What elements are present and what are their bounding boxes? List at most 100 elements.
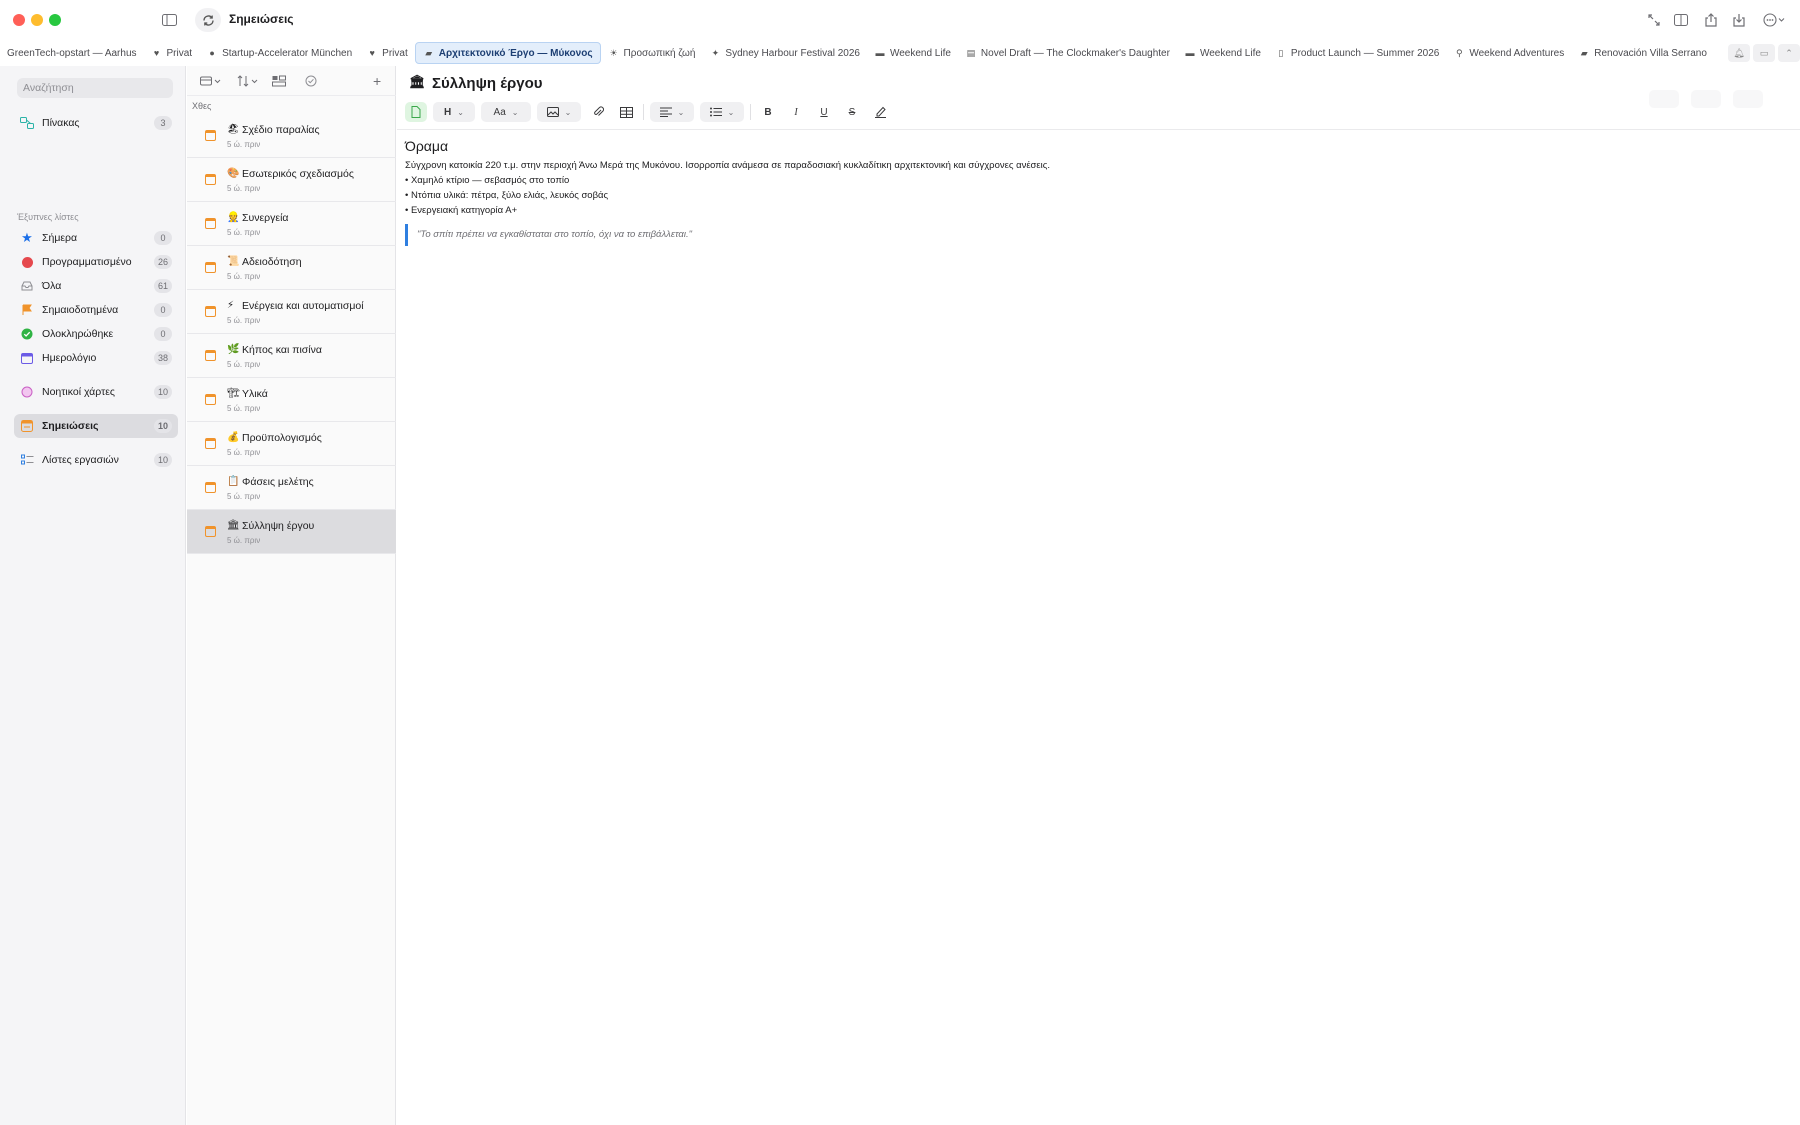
search-input[interactable]: Αναζήτηση [17,78,173,98]
scroll-icon: 📜 [227,256,240,267]
tab-product-launch[interactable]: ▯ Product Launch — Summer 2026 [1268,42,1446,64]
note-calendar-icon [205,174,216,185]
bullet-item: • Ντόπια υλικά: πέτρα, ξύλο ελιάς, λευκό… [405,190,609,201]
document-icon[interactable] [405,102,427,122]
note-title-heading[interactable]: 🏛 Σύλληψη έργου [409,74,543,92]
tab-personal-life[interactable]: ☀ Προσωπική ζωή [601,42,703,64]
note-list-item-selected[interactable]: 🏛 Σύλληψη έργου 5 ώ. πριν [187,510,396,554]
table-icon[interactable] [615,102,637,122]
toolbar-divider [750,104,751,120]
tab-villa-serrano[interactable]: ▰ Renovación Villa Serrano [1571,42,1714,64]
view-mode-icon[interactable] [272,73,286,89]
align-dropdown[interactable]: ⌄ [650,102,694,122]
faint-action-2[interactable] [1691,90,1721,108]
sidebar-item-completed[interactable]: Ολοκληρώθηκε 0 [14,322,178,346]
tab-startup-accelerator[interactable]: ● Startup-Accelerator München [199,42,359,64]
highlighter-icon[interactable] [869,102,891,122]
note-time: 5 ώ. πριν [227,404,261,413]
note-list-item[interactable]: 🏖 Σχέδιο παραλίας 5 ώ. πριν [187,114,396,158]
note-list-item[interactable]: 🌿 Κήπος και πισίνα 5 ώ. πριν [187,334,396,378]
tab-weekend-life[interactable]: ▬ Weekend Life [867,42,958,64]
sidebar-item-flagged[interactable]: Σημαιοδοτημένα 0 [14,298,178,322]
attachment-icon[interactable] [587,102,609,122]
font-dropdown[interactable]: Aa ⌄ [481,102,531,122]
tab-privat[interactable]: ♥ Privat [144,42,200,64]
note-list-item[interactable]: 📋 Φάσεις μελέτης 5 ώ. πριν [187,466,396,510]
more-options-icon[interactable] [1762,11,1788,28]
count-badge: 61 [153,279,172,293]
sofa-icon: ▬ [1185,48,1195,58]
align-icon [659,107,672,117]
completed-filter-icon[interactable] [305,73,317,89]
sort-icon[interactable] [237,73,259,89]
layout-icon[interactable]: ▭ [1753,44,1775,62]
note-list-item[interactable]: 📜 Αδειοδότηση 5 ώ. πριν [187,246,396,290]
download-icon[interactable] [1731,11,1747,28]
heart-icon: ♥ [369,48,375,58]
tab-weekend-life-2[interactable]: ▬ Weekend Life [1177,42,1268,64]
day-header: Χθες [192,101,212,111]
tab-mykonos-project[interactable]: ▰ Αρχιτεκτονικό Έργο — Μύκονος [414,42,601,64]
chevron-up-icon[interactable]: ⌃ [1778,44,1800,62]
sidebar-item-label: Ολοκληρώθηκε [42,328,114,340]
note-calendar-icon [205,394,216,405]
minimize-window-button[interactable] [31,14,43,26]
note-title: Φάσεις μελέτης [242,476,314,488]
classical-building-icon: 🏛 [409,74,426,89]
note-time: 5 ώ. πριν [227,316,261,325]
sidebar-item-today[interactable]: ★ Σήμερα 0 [14,226,178,250]
count-badge: 3 [154,116,172,130]
expand-icon[interactable] [1646,12,1662,28]
sidebar-item-board[interactable]: Πίνακας 3 [14,111,178,135]
note-list-item[interactable]: 🏗 Υλικά 5 ώ. πριν [187,378,396,422]
tab-sydney-festival[interactable]: ✦ Sydney Harbour Festival 2026 [702,42,867,64]
italic-button[interactable]: I [785,102,807,122]
tab-greentech[interactable]: GreenTech-opstart — Aarhus [0,42,144,64]
sync-icon[interactable] [195,8,221,32]
note-time: 5 ώ. πριν [227,228,261,237]
maximize-window-button[interactable] [49,14,61,26]
image-dropdown[interactable]: ⌄ [537,102,581,122]
tab-privat-2[interactable]: ♥ Privat [359,42,415,64]
notes-icon [20,419,34,433]
note-body[interactable]: Όραμα Σύγχρονη κατοικία 220 τ.μ. στην πε… [405,138,1785,246]
share-icon[interactable] [1703,11,1719,28]
add-note-icon[interactable]: + [373,73,381,89]
tab-novel-draft[interactable]: ▤ Novel Draft — The Clockmaker's Daughter [958,42,1177,64]
sidebar-item-calendar[interactable]: Ημερολόγιο 38 [14,346,178,370]
count-badge: 0 [154,303,172,317]
underline-button[interactable]: U [813,102,835,122]
car-icon: ▰ [1580,47,1588,58]
bell-icon[interactable]: 🔔︎ [1728,44,1750,62]
note-list-item[interactable]: 🎨 Εσωτερικός σχεδιασμός 5 ώ. πριν [187,158,396,202]
sidebar-item-all[interactable]: Όλα 61 [14,274,178,298]
note-list-item[interactable]: ⚡ Ενέργεια και αυτοματισμοί 5 ώ. πριν [187,290,396,334]
bold-button[interactable]: B [757,102,779,122]
note-title: Αδειοδότηση [242,256,302,268]
sidebar-item-tasklists[interactable]: Λίστες εργασιών 10 [14,448,178,472]
archive-filter-icon[interactable] [200,73,222,89]
note-time: 5 ώ. πριν [227,184,261,193]
sidebar-item-scheduled[interactable]: Προγραμματισμένο 26 [14,250,178,274]
sidebar-item-mindmaps[interactable]: Νοητικοί χάρτες 10 [14,380,178,404]
flag-icon [20,303,34,317]
list-dropdown[interactable]: ⌄ [700,102,744,122]
note-list-item[interactable]: 👷 Συνεργεία 5 ώ. πριν [187,202,396,246]
calendar-icon [20,351,34,365]
note-list-item[interactable]: 💰 Προϋπολογισμός 5 ώ. πριν [187,422,396,466]
close-window-button[interactable] [13,14,25,26]
format-toolbar: H ⌄ Aa ⌄ ⌄ ⌄ ⌄ B I U S [405,100,897,124]
tab-bar: GreenTech-opstart — Aarhus ♥ Privat ● Star… [0,42,1800,64]
sidebar-item-notes[interactable]: Σημειώσεις 10 [14,414,178,438]
split-view-icon[interactable] [1673,12,1689,28]
sidebar-toggle-icon[interactable] [160,12,178,28]
heading-dropdown[interactable]: H ⌄ [433,102,475,122]
section-label: Έξυπνες λίστες [17,212,79,222]
faint-action-1[interactable] [1649,90,1679,108]
bullet-item: • Χαμηλό κτίριο — σεβασμός στο τοπίο [405,175,570,186]
strikethrough-button[interactable]: S [841,102,863,122]
toolbar-divider [643,104,644,120]
faint-action-3[interactable] [1733,90,1763,108]
tab-weekend-adventures[interactable]: ⚲ Weekend Adventures [1446,42,1571,64]
note-calendar-icon [205,350,216,361]
